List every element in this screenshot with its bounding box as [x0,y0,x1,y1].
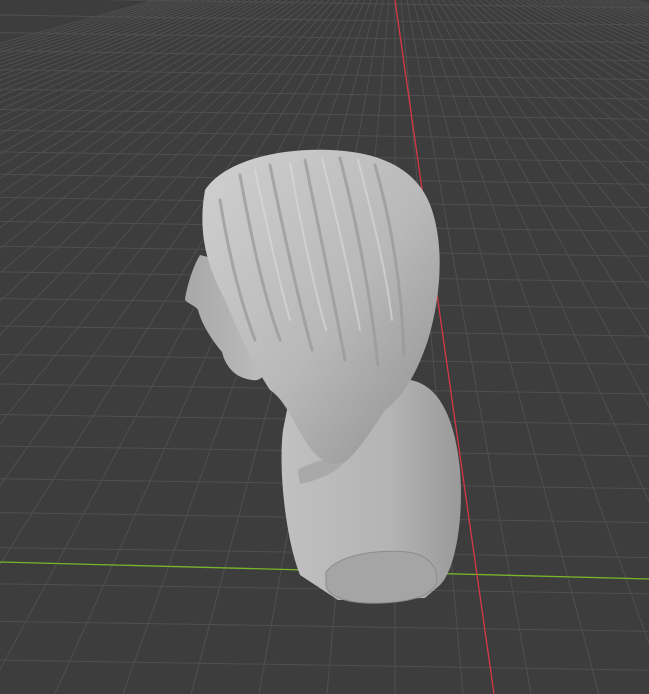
3d-viewport[interactable] [0,0,649,694]
viewport-canvas[interactable] [0,0,649,694]
